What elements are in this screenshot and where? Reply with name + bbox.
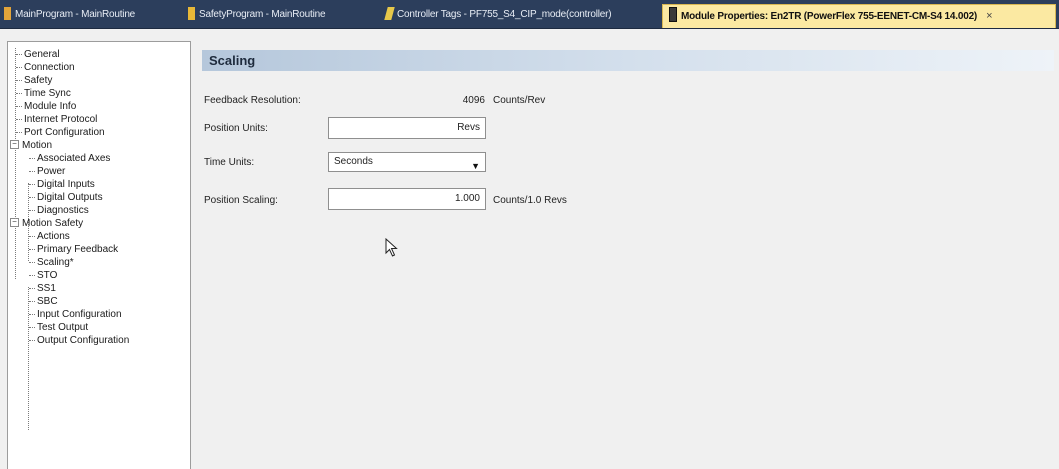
tree-line: [29, 197, 35, 198]
feedback-resolution-unit: Counts/Rev: [493, 95, 546, 106]
tree-line: [29, 314, 35, 315]
tree-item-internet-protocol[interactable]: Internet Protocol: [24, 113, 97, 126]
position-scaling-label: Position Scaling:: [204, 195, 278, 206]
collapse-motion-icon[interactable]: −: [10, 140, 19, 149]
dropdown-arrow-icon[interactable]: ▼: [471, 157, 480, 175]
position-units-input[interactable]: Revs: [328, 117, 486, 139]
tree-line: [29, 327, 35, 328]
tab-label: Module Properties: En2TR (PowerFlex 755-…: [681, 11, 978, 22]
tree-item-digital-outputs[interactable]: Digital Outputs: [37, 191, 103, 204]
tree-line: [29, 210, 35, 211]
position-scaling-unit: Counts/1.0 Revs: [493, 195, 567, 206]
tree-item-test-output[interactable]: Test Output: [37, 321, 88, 334]
properties-panel: Scaling Feedback Resolution: 4096 Counts…: [197, 41, 1059, 469]
tree-item-output-configuration[interactable]: Output Configuration: [37, 334, 129, 347]
document-tab-strip: MainProgram - MainRoutine SafetyProgram …: [0, 0, 1059, 29]
tab-controller-tags[interactable]: Controller Tags - PF755_S4_CIP_mode(cont…: [384, 5, 612, 25]
tree-item-input-configuration[interactable]: Input Configuration: [37, 308, 122, 321]
tags-icon: [384, 7, 395, 20]
tree-line: [29, 158, 35, 159]
tree-item-time-sync[interactable]: Time Sync: [24, 87, 71, 100]
tree-line: [16, 54, 22, 55]
tree-line: [29, 301, 35, 302]
tab-label: Controller Tags - PF755_S4_CIP_mode(cont…: [397, 9, 612, 20]
mouse-pointer-icon: [385, 238, 398, 257]
tree-item-associated-axes[interactable]: Associated Axes: [37, 152, 110, 165]
feedback-resolution-value: 4096: [462, 95, 485, 106]
tree-item-motion-safety[interactable]: Motion Safety: [22, 217, 83, 230]
tree-item-digital-inputs[interactable]: Digital Inputs: [37, 178, 95, 191]
tree-item-scaling[interactable]: Scaling*: [37, 256, 74, 269]
tree-line: [16, 106, 22, 107]
tree-item-module-info[interactable]: Module Info: [24, 100, 76, 113]
tree-line: [29, 171, 35, 172]
tree-item-sbc[interactable]: SBC: [37, 295, 58, 308]
tree-line: [28, 287, 29, 430]
close-icon[interactable]: ×: [986, 5, 992, 28]
tree-line: [16, 80, 22, 81]
tab-module-properties[interactable]: Module Properties: En2TR (PowerFlex 755-…: [662, 4, 1056, 28]
module-icon: [669, 7, 677, 22]
time-units-label: Time Units:: [204, 157, 255, 168]
position-scaling-input[interactable]: 1.000: [328, 188, 486, 210]
tree-item-general[interactable]: General: [24, 48, 60, 61]
tree-item-diagnostics[interactable]: Diagnostics: [37, 204, 89, 217]
tree-line: [29, 288, 35, 289]
tree-line: [16, 93, 22, 94]
tree-item-ss1[interactable]: SS1: [37, 282, 56, 295]
tree-line: [16, 119, 22, 120]
safety-routine-icon: [188, 7, 195, 20]
time-units-select[interactable]: Seconds ▼: [328, 152, 486, 172]
tab-safety-program[interactable]: SafetyProgram - MainRoutine: [188, 5, 326, 25]
tab-label: SafetyProgram - MainRoutine: [199, 9, 326, 20]
tree-line: [16, 67, 22, 68]
feedback-resolution-label: Feedback Resolution:: [204, 95, 301, 106]
tree-line: [29, 262, 35, 263]
tree-item-motion[interactable]: Motion: [22, 139, 52, 152]
tree-line: [29, 236, 35, 237]
tree-item-port-configuration[interactable]: Port Configuration: [24, 126, 105, 139]
tree-item-connection[interactable]: Connection: [24, 61, 75, 74]
tree-item-primary-feedback[interactable]: Primary Feedback: [37, 243, 118, 256]
section-title: Scaling: [202, 50, 1054, 71]
tab-main-program[interactable]: MainProgram - MainRoutine: [4, 5, 135, 25]
tree-line: [29, 275, 35, 276]
tree-item-power[interactable]: Power: [37, 165, 65, 178]
tree-line: [16, 132, 22, 133]
category-tree: General Connection Safety Time Sync Modu…: [7, 41, 191, 469]
tab-label: MainProgram - MainRoutine: [15, 9, 136, 20]
position-units-label: Position Units:: [204, 123, 268, 134]
collapse-motion-safety-icon[interactable]: −: [10, 218, 19, 227]
tree-line: [29, 184, 35, 185]
time-units-selected: Seconds: [334, 156, 373, 167]
tree-item-sto[interactable]: STO: [37, 269, 57, 282]
ladder-routine-icon: [4, 7, 11, 20]
tree-item-safety[interactable]: Safety: [24, 74, 52, 87]
tree-line: [29, 249, 35, 250]
tree-item-actions[interactable]: Actions: [37, 230, 70, 243]
tree-line: [29, 340, 35, 341]
tree-line: [15, 48, 16, 279]
